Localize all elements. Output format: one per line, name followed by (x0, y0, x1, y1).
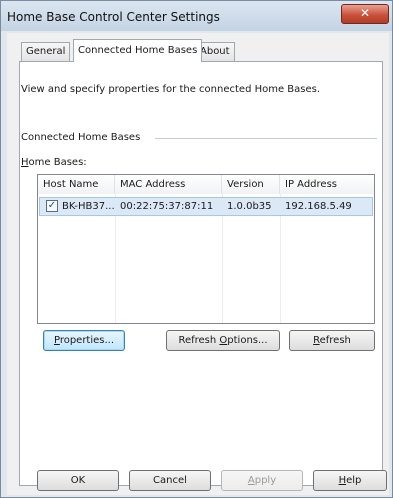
cell-mac-address: 00:22:75:37:87:11 (120, 201, 214, 212)
tab-connected-home-bases[interactable]: Connected Home Bases (73, 39, 203, 62)
settings-dialog: Home Base Control Center Settings ✕ Gene… (0, 0, 393, 498)
column-ip-address[interactable]: IP Address (280, 175, 374, 194)
window-title: Home Base Control Center Settings (7, 10, 220, 24)
panel-description: View and specify properties for the conn… (21, 84, 321, 95)
refresh-button[interactable]: Refresh (289, 330, 375, 351)
home-bases-label: Home Bases: (21, 157, 87, 168)
cell-host-name: BK-HB37... (62, 201, 115, 212)
cell-version: 1.0.0b35 (227, 201, 272, 212)
home-bases-list[interactable]: Host Name MAC Address Version IP Address… (37, 174, 375, 324)
refresh-options-button[interactable]: Refresh Options... (166, 330, 280, 351)
close-button[interactable]: ✕ (341, 4, 389, 24)
tab-general[interactable]: General (21, 42, 71, 61)
row-checkbox[interactable]: ✓ (46, 200, 58, 212)
help-button[interactable]: Help (313, 470, 387, 491)
apply-button: Apply (221, 470, 303, 491)
cell-ip-address: 192.168.5.49 (285, 201, 352, 212)
properties-button[interactable]: Properties... (43, 330, 125, 351)
ok-button[interactable]: OK (37, 470, 119, 491)
column-mac-address[interactable]: MAC Address (115, 175, 222, 194)
group-label: Connected Home Bases (21, 132, 145, 143)
cancel-button[interactable]: Cancel (129, 470, 211, 491)
column-version[interactable]: Version (222, 175, 280, 194)
column-host-name[interactable]: Host Name (38, 175, 115, 194)
title-bar[interactable]: Home Base Control Center Settings ✕ (1, 1, 392, 31)
group-divider (155, 138, 377, 139)
